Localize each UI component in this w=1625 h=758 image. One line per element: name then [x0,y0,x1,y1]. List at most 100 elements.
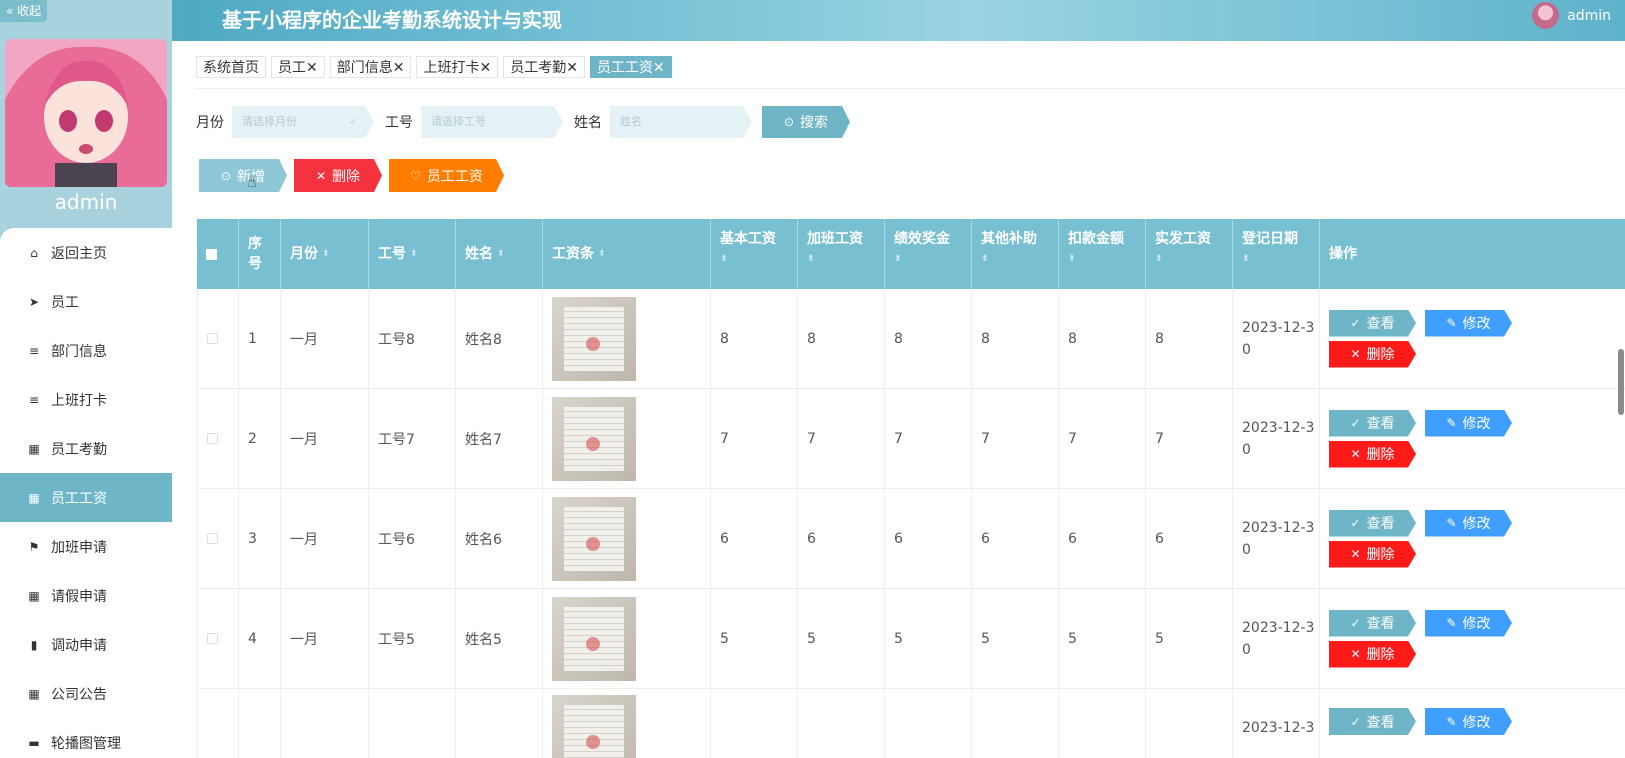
sidebar-item-clock-in[interactable]: ≡ 上班打卡 [0,375,172,424]
row-delete-button[interactable]: ✕ 删除 [1329,441,1416,468]
collapse-sidebar-button[interactable]: « 收起 [0,0,48,22]
table-row: 3 一月 工号6 姓名6 6 6 6 6 6 6 2023-12-3 0 ✓ 查看 … [197,489,1625,589]
tab-employee[interactable]: 员工✕ [271,56,325,78]
payslip-thumbnail[interactable] [552,596,636,681]
payslip-thumbnail[interactable] [552,296,636,381]
cell-bonus [885,689,972,758]
column-header-net[interactable]: 实发工资 ⬍ [1146,219,1233,289]
row-checkbox[interactable] [207,433,218,444]
sidebar-item-leave[interactable]: ▦ 请假申请 [0,571,172,620]
cell-overtime: 5 [798,589,885,688]
view-button[interactable]: ✓ 查看 [1329,310,1416,337]
sidebar-item-carousel[interactable]: ▬ 轮播图管理 [0,718,172,758]
tab-clock-in[interactable]: 上班打卡✕ [416,56,499,78]
cell-name: 姓名8 [456,289,543,388]
cell-bonus: 7 [885,389,972,488]
date-text: 0 [1242,541,1251,558]
check-icon: ✓ [1350,316,1361,330]
column-header-label: 月份 [290,246,318,262]
column-header-deduction[interactable]: 扣款金额 ⬍ [1059,219,1146,289]
user-menu[interactable]: admin [1532,2,1611,29]
column-header-label: 操作 [1329,246,1357,262]
payslip-thumbnail[interactable] [552,396,636,481]
edit-button[interactable]: ✎ 修改 [1425,410,1512,437]
cell-index [239,689,281,758]
edit-button[interactable]: ✎ 修改 [1425,310,1512,337]
row-checkbox[interactable] [207,633,218,644]
row-checkbox[interactable] [207,333,218,344]
table-row: 1 一月 工号8 姓名8 8 8 8 8 8 8 2023-12-3 0 ✓ 查看 … [197,289,1625,389]
column-header-label: 扣款金额 [1068,231,1124,247]
column-header-base[interactable]: 基本工资 ⬍ [711,219,798,289]
cell-deduction [1059,689,1146,758]
sidebar-item-label: 员工考勤 [51,441,107,458]
column-header-date[interactable]: 登记日期 ⬍ [1233,219,1320,289]
column-header-name[interactable]: 姓名 ⬍ [456,219,543,289]
row-checkbox[interactable] [207,533,218,544]
column-header-month[interactable]: 月份 ⬍ [281,219,369,289]
edit-icon: ✎ [1446,416,1457,430]
salary-button[interactable]: ♡ 员工工资 [389,159,504,192]
send-icon: ➤ [28,294,40,309]
sidebar-username: admin [54,190,118,214]
scrollbar[interactable] [1618,349,1624,415]
sidebar-item-home[interactable]: ⌂ 返回主页 [0,228,172,277]
sort-icon: ⬍ [598,249,606,259]
sidebar-menu: ⌂ 返回主页 ➤ 员工 ≡ 部门信息 ≡ 上班打卡 ▦ 员工考勤 ▦ 员工工资 ⚑ 加班申请 … [0,228,172,758]
sidebar-item-attendance[interactable]: ▦ 员工考勤 [0,424,172,473]
view-button[interactable]: ✓ 查看 [1329,510,1416,537]
add-button[interactable]: ⊙ 新增 [199,159,287,192]
cell-index: 4 [239,589,281,688]
column-header-label: 绩效奖金 [894,231,950,247]
tab-home[interactable]: 系统首页 [196,56,266,78]
tab-salary[interactable]: 员工工资✕ [589,56,672,78]
column-header-bonus[interactable]: 绩效奖金 ⬍ [885,219,972,289]
cell-month: 一月 [281,489,369,588]
column-header-payslip[interactable]: 工资条 ⬍ [543,219,711,289]
sidebar-item-notice[interactable]: ▦ 公司公告 [0,669,172,718]
table-row: 2 一月 工号7 姓名7 7 7 7 7 7 7 2023-12-3 0 ✓ 查看 … [197,389,1625,489]
cell-base: 8 [711,289,798,388]
table-header: 序号 月份 ⬍ 工号 ⬍ 姓名 ⬍ 工资条 ⬍ 基本工资 ⬍ 加班工资 ⬍ 绩效奖金 ⬍ 其他… [197,219,1625,289]
sort-icon: ⬍ [1242,254,1250,264]
view-button[interactable]: ✓ 查看 [1329,610,1416,637]
column-header-allowance[interactable]: 其他补助 ⬍ [972,219,1059,289]
name-label: 姓名 [574,115,602,131]
sidebar-item-department[interactable]: ≡ 部门信息 [0,326,172,375]
sidebar-item-salary[interactable]: ▦ 员工工资 [0,473,172,522]
delete-button[interactable]: ✕ 删除 [294,159,382,192]
cell-overtime: 8 [798,289,885,388]
cell-allowance: 7 [972,389,1059,488]
close-icon: ✕ [1350,347,1361,361]
payslip-thumbnail[interactable] [552,496,636,581]
emp-no-select[interactable]: 请选择工号 [421,106,563,138]
list-icon: ≡ [28,392,40,407]
sidebar-item-overtime[interactable]: ⚑ 加班申请 [0,522,172,571]
cell-base: 6 [711,489,798,588]
sidebar-item-employee[interactable]: ➤ 员工 [0,277,172,326]
month-select[interactable]: 请选择月份 ✓ [232,106,374,138]
tab-department[interactable]: 部门信息✕ [329,56,412,78]
search-button-label: 搜索 [800,115,829,131]
avatar [1532,2,1560,29]
edit-button[interactable]: ✎ 修改 [1425,708,1512,735]
name-input[interactable]: 姓名 [610,106,752,138]
row-delete-button[interactable]: ✕ 删除 [1329,541,1416,568]
sidebar-item-label: 上班打卡 [51,392,107,409]
payslip-thumbnail[interactable] [552,695,636,758]
edit-button[interactable]: ✎ 修改 [1425,510,1512,537]
row-delete-button[interactable]: ✕ 删除 [1329,341,1416,368]
view-button[interactable]: ✓ 查看 [1329,410,1416,437]
edit-button[interactable]: ✎ 修改 [1425,610,1512,637]
sidebar-item-transfer[interactable]: ▮ 调动申请 [0,620,172,669]
column-header-label: 其他补助 [981,231,1037,247]
row-delete-button[interactable]: ✕ 删除 [1329,641,1416,668]
tab-attendance[interactable]: 员工考勤✕ [503,56,585,78]
cell-net: 5 [1146,589,1233,688]
view-button[interactable]: ✓ 查看 [1329,708,1416,735]
column-header-emp-no[interactable]: 工号 ⬍ [369,219,456,289]
search-button[interactable]: ⊙ 搜索 [762,106,850,138]
select-all-checkbox[interactable] [197,219,239,289]
column-header-overtime[interactable]: 加班工资 ⬍ [798,219,885,289]
heart-icon: ♡ [410,168,421,183]
